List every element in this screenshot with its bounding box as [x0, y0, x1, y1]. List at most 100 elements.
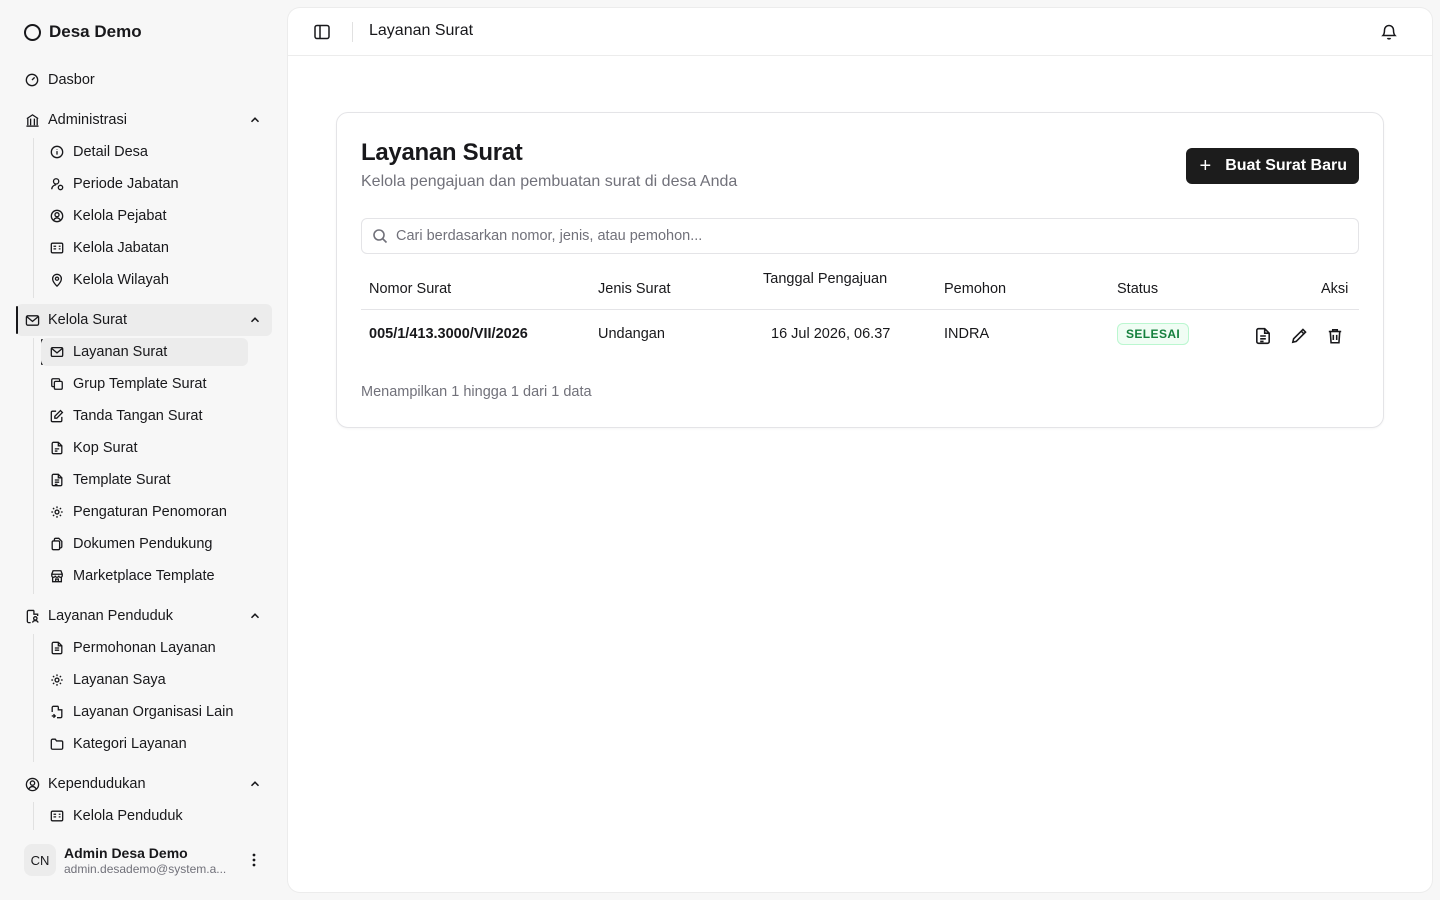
id-card-icon: [49, 808, 65, 824]
user-circle-icon: [24, 776, 40, 792]
files-icon: [49, 536, 65, 552]
sidebar-item-label: Periode Jabatan: [73, 176, 179, 192]
sidebar-group-layanan-penduduk[interactable]: Layanan Penduduk: [16, 600, 272, 632]
column-header-aksi: Aksi: [1321, 281, 1349, 297]
sidebar-item-label: Marketplace Template: [73, 568, 215, 584]
sidebar-item-label: Dokumen Pendukung: [73, 536, 213, 552]
view-document-icon[interactable]: [1254, 327, 1272, 345]
sidebar-item-grup-template-surat[interactable]: Grup Template Surat: [41, 370, 248, 398]
topbar-divider: [352, 22, 353, 42]
building-icon: [24, 112, 40, 128]
new-letter-button[interactable]: + Buat Surat Baru: [1185, 148, 1359, 184]
sidebar-item-kelola-penduduk[interactable]: Kelola Penduduk: [41, 802, 248, 830]
chevron-up-icon[interactable]: [248, 777, 262, 791]
sidebar-item-layanan-organisasi-lain[interactable]: Layanan Organisasi Lain: [41, 698, 248, 726]
sidebar-item-kategori-layanan[interactable]: Kategori Layanan: [41, 730, 248, 758]
user-name: Admin Desa Demo: [64, 844, 188, 861]
gear-icon: [49, 672, 65, 688]
page-subtitle: Kelola pengajuan dan pembuatan surat di …: [361, 173, 738, 190]
letters-card: Layanan Surat Kelola pengajuan dan pembu…: [336, 112, 1384, 428]
file-icon: [49, 440, 65, 456]
sidebar-item-label: Kelola Penduduk: [73, 808, 183, 824]
sidebar-group-kelola-surat[interactable]: Kelola Surat: [16, 304, 272, 336]
chevron-up-icon[interactable]: [248, 113, 262, 127]
sidebar-item-dasbor[interactable]: Dasbor: [16, 64, 272, 96]
user-info: Admin Desa Demo admin.desademo@system.a.…: [64, 845, 240, 876]
sidebar-item-kelola-pejabat[interactable]: Kelola Pejabat: [41, 202, 248, 230]
active-group-indicator: [16, 306, 18, 334]
sidebar-item-template-surat[interactable]: Template Surat: [41, 466, 248, 494]
sidebar-group-label: Layanan Penduduk: [48, 608, 173, 624]
user-email: admin.desademo@system.a...: [64, 861, 227, 876]
more-vertical-icon[interactable]: [246, 852, 262, 868]
table-header-divider: [361, 309, 1359, 310]
folder-icon: [49, 736, 65, 752]
sidebar-item-pengaturan-penomoran[interactable]: Pengaturan Penomoran: [41, 498, 248, 526]
gauge-icon: [24, 72, 40, 88]
sidebar-group-label: Kelola Surat: [48, 312, 127, 328]
sidebar-item-permohonan-layanan[interactable]: Permohonan Layanan: [41, 634, 248, 662]
sidebar-item-label: Permohonan Layanan: [73, 640, 216, 656]
sidebar-group-administrasi[interactable]: Administrasi: [16, 104, 272, 136]
main-panel: Layanan Surat Layanan Surat Kelola penga…: [288, 8, 1432, 892]
sidebar-item-label: Kelola Pejabat: [73, 208, 167, 224]
sidebar-item-tanda-tangan-surat[interactable]: Tanda Tangan Surat: [41, 402, 248, 430]
sidebar-item-label: Kategori Layanan: [73, 736, 187, 752]
edit-pencil-icon[interactable]: [1290, 327, 1308, 345]
file-user-icon: [24, 608, 40, 624]
bell-icon[interactable]: [1380, 23, 1398, 41]
sidebar-item-detail-desa[interactable]: Detail Desa: [41, 138, 248, 166]
chevron-up-icon[interactable]: [248, 609, 262, 623]
sidebar-item-dokumen-pendukung[interactable]: Dokumen Pendukung: [41, 530, 248, 558]
new-letter-label: Buat Surat Baru: [1225, 157, 1347, 174]
tree-line: [33, 138, 34, 298]
sidebar-item-layanan-saya[interactable]: Layanan Saya: [41, 666, 248, 694]
sidebar-item-label: Dasbor: [48, 72, 95, 88]
trash-icon[interactable]: [1326, 327, 1344, 345]
id-card-icon: [49, 240, 65, 256]
column-header-nomor[interactable]: Nomor Surat: [369, 281, 451, 297]
sidebar: Desa Demo Dasbor Administrasi Detail Des…: [0, 0, 288, 900]
sidebar-item-kelola-wilayah[interactable]: Kelola Wilayah: [41, 266, 248, 294]
column-header-tanggal[interactable]: Tanggal Pengajuan: [763, 271, 887, 287]
sidebar-toggle-icon[interactable]: [312, 22, 332, 42]
sidebar-item-label: Kelola Wilayah: [73, 272, 169, 288]
edit-square-icon: [49, 408, 65, 424]
sidebar-item-label: Template Surat: [73, 472, 171, 488]
cell-nomor: 005/1/413.3000/VII/2026: [369, 326, 528, 342]
sidebar-group-label: Administrasi: [48, 112, 127, 128]
map-pin-icon: [49, 272, 65, 288]
sidebar-item-periode-jabatan[interactable]: Periode Jabatan: [41, 170, 248, 198]
sidebar-item-marketplace-template[interactable]: Marketplace Template: [41, 562, 248, 590]
file-text-icon: [49, 472, 65, 488]
sidebar-item-label: Tanda Tangan Surat: [73, 408, 203, 424]
sidebar-item-label: Detail Desa: [73, 144, 148, 160]
sidebar-item-layanan-surat[interactable]: Layanan Surat: [41, 338, 248, 366]
column-header-jenis[interactable]: Jenis Surat: [598, 281, 671, 297]
user-clock-icon: [49, 176, 65, 192]
store-icon: [49, 568, 65, 584]
sidebar-item-label: Grup Template Surat: [73, 376, 207, 392]
gear-icon: [49, 504, 65, 520]
search-icon: [373, 229, 388, 244]
status-badge: SELESAI: [1117, 323, 1190, 345]
sidebar-item-label: Kop Surat: [73, 440, 138, 456]
search-input[interactable]: [396, 228, 1358, 244]
sidebar-item-kop-surat[interactable]: Kop Surat: [41, 434, 248, 462]
sidebar-item-label: Layanan Organisasi Lain: [73, 704, 234, 720]
user-circle-icon: [49, 208, 65, 224]
column-header-status[interactable]: Status: [1117, 281, 1158, 297]
cell-pemohon: INDRA: [944, 326, 990, 342]
sidebar-group-kependudukan[interactable]: Kependudukan: [16, 768, 272, 800]
mail-icon: [24, 312, 40, 328]
column-header-pemohon[interactable]: Pemohon: [944, 281, 1006, 297]
chevron-up-icon[interactable]: [248, 313, 262, 327]
avatar: CN: [24, 844, 56, 876]
sidebar-item-kelola-jabatan[interactable]: Kelola Jabatan: [41, 234, 248, 262]
search-box: [361, 218, 1359, 254]
user-profile[interactable]: CN Admin Desa Demo admin.desademo@system…: [16, 836, 272, 884]
sidebar-item-label: Kelola Jabatan: [73, 240, 169, 256]
plus-icon: +: [1199, 155, 1212, 177]
mail-icon: [49, 344, 65, 360]
brand[interactable]: Desa Demo: [24, 20, 142, 44]
